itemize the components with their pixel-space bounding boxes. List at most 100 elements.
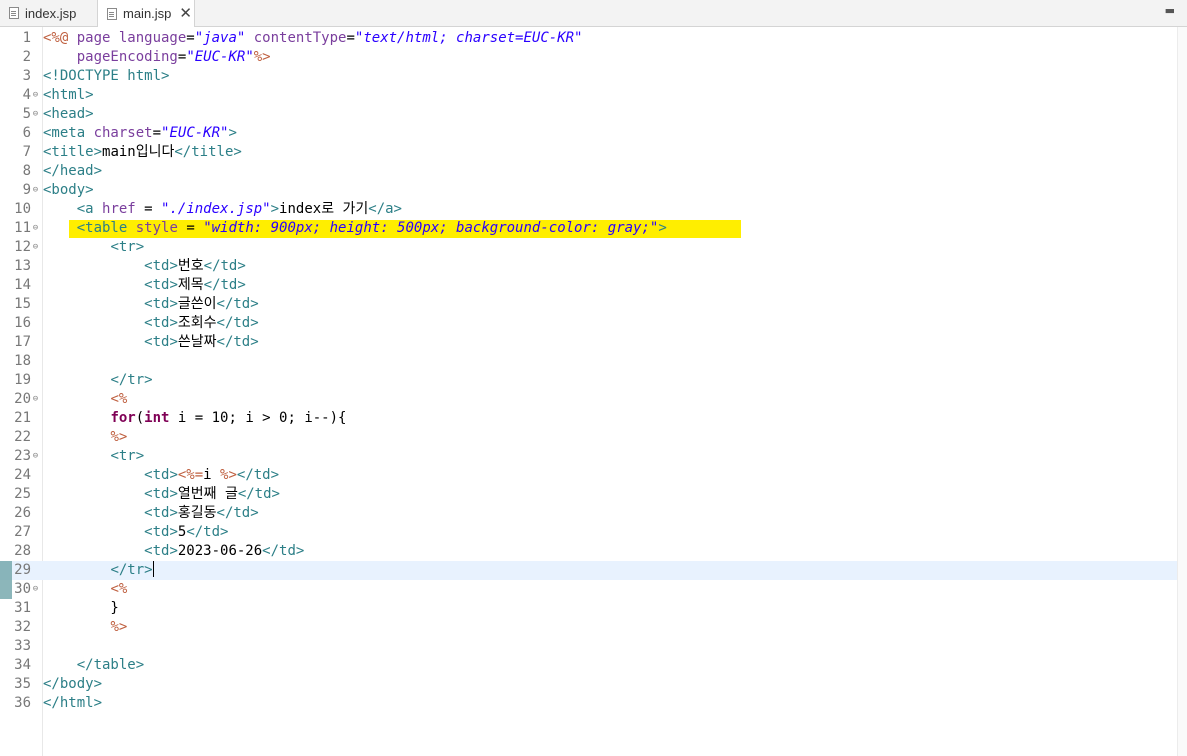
code-line[interactable]: 7 <title>main입니다</title> <box>0 143 1177 162</box>
line-number: 5 <box>22 106 31 122</box>
code-line[interactable]: 25 <td>열번째 글</td> <box>0 485 1177 504</box>
fold-toggle-icon[interactable]: ⊖ <box>31 110 40 119</box>
code-text: pageEncoding="EUC-KR"%> <box>43 48 271 67</box>
code-text: </body> <box>43 675 102 694</box>
code-line[interactable]: 27 <td>5</td> <box>0 523 1177 542</box>
code-line[interactable]: 3 <!DOCTYPE html> <box>0 67 1177 86</box>
line-number: 8 <box>22 163 31 179</box>
code-token: style <box>135 220 178 236</box>
code-line[interactable]: 18 <box>0 352 1177 371</box>
tab-main-jsp[interactable]: main.jsp ✕ <box>97 0 195 27</box>
tab-index-jsp[interactable]: index.jsp <box>0 0 96 26</box>
code-text: </html> <box>43 694 102 713</box>
code-line[interactable]: 9 ⊖ <body> <box>0 181 1177 200</box>
code-line[interactable]: 12 ⊖ <tr> <box>0 238 1177 257</box>
code-line[interactable]: 29 </tr> <box>0 561 1177 580</box>
code-line[interactable]: 24 <td><%=i %></td> <box>0 466 1177 485</box>
code-text: <% <box>43 390 127 409</box>
code-line[interactable]: 30 ⊖ <% <box>0 580 1177 599</box>
fold-toggle-icon[interactable]: ⊖ <box>31 91 40 100</box>
line-number: 14 <box>14 277 31 293</box>
code-line[interactable]: 2 pageEncoding="EUC-KR"%> <box>0 48 1177 67</box>
line-number: 6 <box>22 125 31 141</box>
line-number: 1 <box>22 30 31 46</box>
code-line[interactable]: 5 ⊖ <head> <box>0 105 1177 124</box>
code-token: <td> <box>144 334 178 350</box>
code-line[interactable]: 15 <td>글쓴이</td> <box>0 295 1177 314</box>
code-token: pageEncoding <box>76 49 178 65</box>
code-token: <%@ <box>43 30 77 46</box>
fold-toggle-icon[interactable]: ⊖ <box>31 186 40 195</box>
code-line[interactable]: 14 <td>제목</td> <box>0 276 1177 295</box>
code-text: <td>쓴날짜</td> <box>43 333 259 352</box>
close-icon[interactable]: ✕ <box>179 6 192 21</box>
code-line[interactable]: 20 ⊖ <% <box>0 390 1177 409</box>
code-line[interactable]: 17 <td>쓴날짜</td> <box>0 333 1177 352</box>
code-token: <tr> <box>110 239 145 255</box>
code-token: for <box>110 410 136 426</box>
code-line[interactable]: 19 </tr> <box>0 371 1177 390</box>
code-line[interactable]: 36 </html> <box>0 694 1177 713</box>
code-text: <td>열번째 글</td> <box>43 485 280 504</box>
code-token: "text/html; charset=EUC-KR" <box>354 30 583 46</box>
code-line[interactable]: 1 <%@ page language="java" contentType="t… <box>0 29 1177 48</box>
fold-toggle-icon[interactable]: ⊖ <box>31 395 40 404</box>
code-line[interactable]: 31 } <box>0 599 1177 618</box>
code-token: %> <box>253 49 271 65</box>
line-number: 28 <box>14 543 31 559</box>
fold-toggle-icon[interactable]: ⊖ <box>31 243 40 252</box>
code-text: <tr> <box>43 447 144 466</box>
code-line[interactable]: 16 <td>조회수</td> <box>0 314 1177 333</box>
code-token: </td> <box>203 258 246 274</box>
code-token: <td> <box>144 296 178 312</box>
code-line[interactable]: 26 <td>홍길동</td> <box>0 504 1177 523</box>
line-number: 36 <box>14 695 31 711</box>
code-token: <a <box>76 201 103 217</box>
code-token: <meta <box>43 125 94 141</box>
line-number: 30 <box>14 581 31 597</box>
code-editor[interactable]: 1 <%@ page language="java" contentType="t… <box>0 27 1177 756</box>
code-line[interactable]: 22 %> <box>0 428 1177 447</box>
vertical-scrollbar[interactable] <box>1177 27 1187 756</box>
code-token: = <box>177 220 204 236</box>
code-line[interactable]: 8 </head> <box>0 162 1177 181</box>
code-line[interactable]: 10 <a href = "./index.jsp">index로 가기</a> <box>0 200 1177 219</box>
code-line[interactable]: 35 </body> <box>0 675 1177 694</box>
line-number: 35 <box>14 676 31 692</box>
code-line[interactable]: 28 <td>2023-06-26</td> <box>0 542 1177 561</box>
minimize-icon[interactable]: ▬ <box>1165 4 1175 17</box>
code-token: 제목 <box>177 277 204 293</box>
code-token: </table> <box>76 657 145 673</box>
code-line[interactable]: 21 for(int i = 10; i > 0; i--){ <box>0 409 1177 428</box>
code-token: "EUC-KR" <box>161 125 229 141</box>
code-line[interactable]: 11 ⊖ <table style = "width: 900px; height… <box>0 219 1177 238</box>
code-text: <!DOCTYPE html> <box>43 67 169 86</box>
tab-label: index.jsp <box>25 5 77 21</box>
fold-toggle-icon[interactable]: ⊖ <box>31 585 40 594</box>
line-number: 26 <box>14 505 31 521</box>
code-text: <td>번호</td> <box>43 257 246 276</box>
code-line[interactable]: 6 <meta charset="EUC-KR"> <box>0 124 1177 143</box>
code-token: = <box>135 201 162 217</box>
code-line[interactable]: 33 <box>0 637 1177 656</box>
code-line[interactable]: 32 %> <box>0 618 1177 637</box>
code-line[interactable]: 13 <td>번호</td> <box>0 257 1177 276</box>
code-token: contentType <box>253 30 347 46</box>
code-token: = <box>152 125 162 141</box>
code-line[interactable]: 4 ⊖ <html> <box>0 86 1177 105</box>
fold-toggle-icon[interactable]: ⊖ <box>31 224 40 233</box>
code-token: > <box>228 125 237 141</box>
code-line[interactable]: 23 ⊖ <tr> <box>0 447 1177 466</box>
fold-toggle-icon[interactable]: ⊖ <box>31 452 40 461</box>
code-token: </td> <box>216 505 259 521</box>
code-line[interactable]: 34 </table> <box>0 656 1177 675</box>
code-token: </tr> <box>110 372 153 388</box>
